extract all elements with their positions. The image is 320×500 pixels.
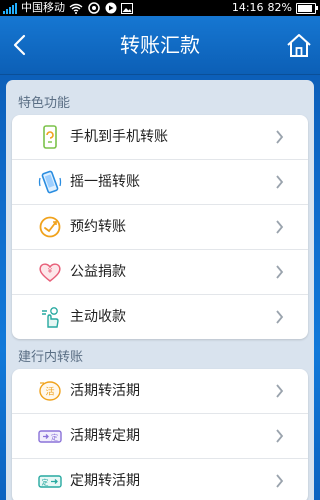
chevron-right-icon: [276, 265, 284, 279]
svg-text:定: 定: [51, 433, 58, 442]
chevron-right-icon: [276, 310, 284, 324]
list-item-active-collection[interactable]: 主动收款: [12, 295, 308, 339]
features-group: 手机到手机转账 摇一摇转账 预约转账 ¥ 公益捐款 主动收款: [12, 115, 308, 339]
list-item-label: 活期转活期: [70, 383, 140, 399]
shake-phone-icon: [38, 170, 62, 194]
chevron-right-icon: [276, 474, 284, 488]
list-item-label: 活期转定期: [70, 428, 140, 444]
chevron-right-icon: [276, 175, 284, 189]
svg-text:定: 定: [42, 478, 49, 487]
list-item-phone-transfer[interactable]: 手机到手机转账: [12, 115, 308, 160]
list-item-label: 公益捐款: [70, 264, 126, 280]
battery-percent: 82%: [267, 1, 292, 14]
page-title: 转账汇款: [120, 33, 200, 57]
image-notification-icon: [121, 2, 133, 14]
chevron-right-icon: [276, 429, 284, 443]
fixed-to-current-icon: 定: [38, 475, 62, 488]
list-item-label: 主动收款: [70, 309, 126, 325]
content-panel: 特色功能 手机到手机转账 摇一摇转账 预约转账 ¥ 公益捐款 主动收款 建行内转…: [6, 80, 314, 500]
current-to-fixed-icon: 定: [38, 430, 62, 443]
section-title-intrabank: 建行内转账: [18, 350, 84, 365]
list-item-label: 定期转活期: [70, 473, 140, 489]
phone-transfer-icon: [43, 125, 57, 149]
chevron-right-icon: [276, 220, 284, 234]
svg-text:活: 活: [45, 386, 54, 398]
section-title-features: 特色功能: [18, 96, 71, 111]
list-item-fixed-to-current[interactable]: 定 定期转活期: [12, 459, 308, 500]
heart-donation-icon: ¥: [39, 263, 61, 282]
home-icon[interactable]: [284, 30, 314, 60]
chevron-right-icon: [276, 384, 284, 398]
svg-text:¥: ¥: [48, 267, 53, 275]
list-item-scheduled-transfer[interactable]: 预约转账: [12, 205, 308, 250]
carrier-label: 中国移动: [21, 1, 65, 14]
transfer-screen: 中国移动 14:16 82% 转账汇款 特色功能 手机到手机转账 摇一摇转账 预…: [0, 0, 320, 500]
list-item-label: 手机到手机转账: [70, 129, 168, 145]
title-bar: 转账汇款: [0, 16, 320, 75]
intrabank-group: 活 活期转活期 定 活期转定期 定 定期转活期: [12, 369, 308, 500]
status-right: 14:16 82%: [231, 0, 318, 16]
list-item-label: 预约转账: [70, 219, 126, 235]
wifi-icon: [69, 3, 83, 14]
schedule-clock-icon: [39, 216, 61, 238]
chevron-right-icon: [276, 130, 284, 144]
list-item-charity-donation[interactable]: ¥ 公益捐款: [12, 250, 308, 295]
signal-icon: [3, 2, 17, 14]
current-to-current-icon: 活: [39, 381, 61, 401]
status-bar: 中国移动 14:16 82%: [0, 0, 320, 16]
list-item-current-to-current[interactable]: 活 活期转活期: [12, 369, 308, 414]
hand-collect-icon: [42, 307, 59, 328]
status-left: 中国移动: [3, 0, 133, 16]
list-item-shake-transfer[interactable]: 摇一摇转账: [12, 160, 308, 205]
list-item-label: 摇一摇转账: [70, 174, 140, 190]
battery-icon: [296, 2, 318, 14]
app-notification-icon: [105, 2, 117, 14]
gps-icon: [88, 2, 100, 14]
list-item-current-to-fixed[interactable]: 定 活期转定期: [12, 414, 308, 459]
time-label: 14:16: [231, 1, 264, 14]
